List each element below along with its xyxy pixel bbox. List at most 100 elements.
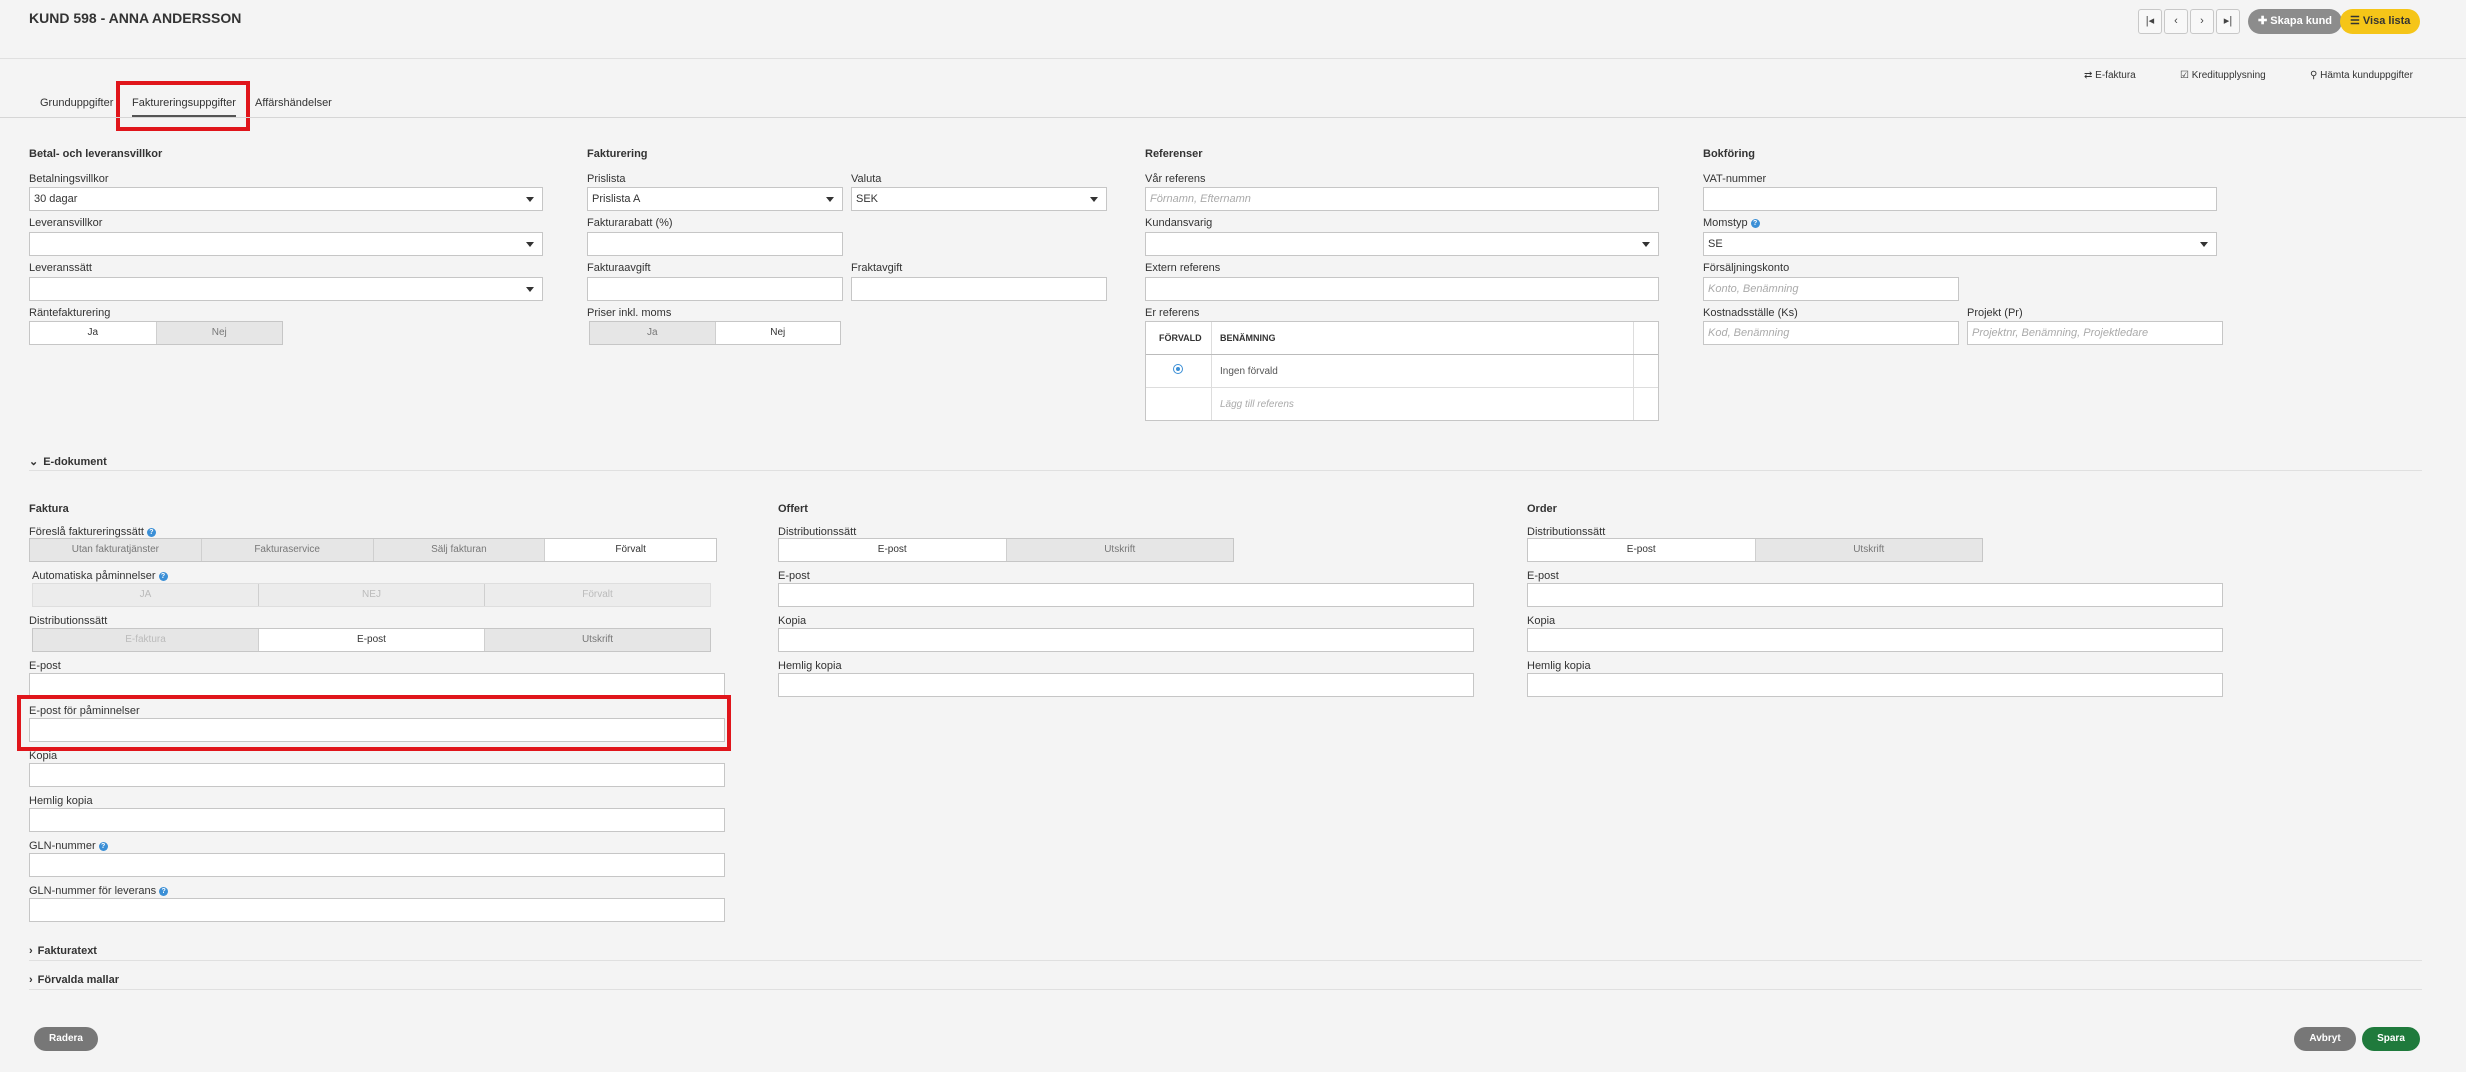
payment-terms-label: Betalningsvillkor: [29, 173, 109, 185]
create-customer-button[interactable]: ✚ Skapa kund: [2248, 9, 2343, 34]
vat-type-label: Momstyp?: [1703, 217, 1760, 229]
order-distribution-label: Distributionssätt: [1527, 526, 1606, 538]
freight-fee-input[interactable]: [851, 277, 1107, 301]
invoice-fee-input[interactable]: [587, 277, 843, 301]
responsible-select[interactable]: [1145, 232, 1659, 256]
ext-ref-label: Extern referens: [1145, 262, 1221, 274]
offert-distribution-label: Distributionssätt: [778, 526, 857, 538]
offert-copy-input[interactable]: [778, 628, 1474, 652]
pricelist-select[interactable]: Prislista A: [587, 187, 843, 211]
offert-email-input[interactable]: [778, 583, 1474, 607]
delivery-terms-select[interactable]: [29, 232, 543, 256]
vat-prices-toggle[interactable]: Ja Nej: [589, 321, 841, 345]
help-icon[interactable]: ?: [158, 572, 168, 581]
distribution-option[interactable]: E-post: [259, 629, 485, 651]
offert-distribution-option[interactable]: Utskrift: [1007, 539, 1234, 561]
suggest-method-label: Föreslå faktureringssätt?: [29, 526, 156, 538]
interest-label: Räntefakturering: [29, 307, 111, 319]
help-icon[interactable]: ?: [159, 887, 169, 896]
suggest-method-toggle[interactable]: Utan fakturatjänster Fakturaservice Sälj…: [29, 538, 717, 562]
distribution-option[interactable]: Utskrift: [485, 629, 710, 651]
delete-button[interactable]: Radera: [34, 1027, 98, 1051]
reminder-option[interactable]: JA: [33, 584, 259, 606]
interest-yes[interactable]: Ja: [30, 322, 157, 344]
payment-terms-select[interactable]: 30 dagar: [29, 187, 543, 211]
add-reference-input[interactable]: Lägg till referens: [1220, 399, 1294, 410]
offert-distribution-option[interactable]: E-post: [779, 539, 1007, 561]
your-ref-label: Er referens: [1145, 307, 1200, 319]
sales-account-input[interactable]: Konto, Benämning: [1703, 277, 1959, 301]
order-heading: Order: [1527, 503, 1557, 515]
col-default-header: FÖRVALD: [1159, 333, 1202, 343]
invoice-text-toggle[interactable]: › Fakturatext: [29, 945, 97, 957]
project-input[interactable]: Projektnr, Benämning, Projektledare: [1967, 321, 2223, 345]
col-name-header: BENÄMNING: [1220, 333, 1276, 343]
order-copy-input[interactable]: [1527, 628, 2223, 652]
vat-prices-no[interactable]: Nej: [715, 322, 840, 344]
reminder-email-input[interactable]: [29, 718, 725, 742]
our-ref-input[interactable]: Förnamn, Efternamn: [1145, 187, 1659, 211]
gln-delivery-label: GLN-nummer för leverans?: [29, 885, 169, 897]
interest-no[interactable]: Nej: [157, 322, 283, 344]
vat-type-select[interactable]: SE: [1703, 232, 2217, 256]
templates-toggle[interactable]: › Förvalda mallar: [29, 974, 119, 986]
first-record-button[interactable]: |◂: [2138, 9, 2162, 34]
offert-distribution-toggle[interactable]: E-post Utskrift: [778, 538, 1234, 562]
delivery-method-select[interactable]: [29, 277, 543, 301]
order-email-input[interactable]: [1527, 583, 2223, 607]
currency-select[interactable]: SEK: [851, 187, 1107, 211]
suggest-option[interactable]: Sälj fakturan: [374, 539, 546, 561]
faktura-bcc-input[interactable]: [29, 808, 725, 832]
suggest-option[interactable]: Utan fakturatjänster: [30, 539, 202, 561]
order-distribution-option[interactable]: E-post: [1528, 539, 1756, 561]
show-list-button[interactable]: ☰ Visa lista: [2340, 9, 2421, 34]
default-radio[interactable]: [1173, 364, 1183, 374]
fetch-customer-link[interactable]: ⚲ Hämta kunduppgifter: [2310, 70, 2413, 81]
vat-number-input[interactable]: [1703, 187, 2217, 211]
einvoice-link[interactable]: ⇄ E-faktura: [2084, 70, 2136, 81]
edoc-toggle[interactable]: ⌄ E-dokument: [29, 455, 107, 468]
reminder-option[interactable]: NEJ: [259, 584, 485, 606]
page-title: KUND 598 - ANNA ANDERSSON: [29, 10, 242, 26]
distribution-toggle[interactable]: E-faktura E-post Utskrift: [32, 628, 711, 652]
offert-heading: Offert: [778, 503, 808, 515]
next-record-button[interactable]: ›: [2190, 9, 2214, 34]
order-distribution-toggle[interactable]: E-post Utskrift: [1527, 538, 1983, 562]
faktura-email-input[interactable]: [29, 673, 725, 697]
ext-ref-input[interactable]: [1145, 277, 1659, 301]
previous-record-button[interactable]: ‹: [2164, 9, 2188, 34]
order-bcc-input[interactable]: [1527, 673, 2223, 697]
reminder-option[interactable]: Förvalt: [485, 584, 710, 606]
help-icon[interactable]: ?: [146, 528, 156, 537]
tab-billing-info[interactable]: Faktureringsuppgifter: [132, 97, 236, 117]
faktura-copy-input[interactable]: [29, 763, 725, 787]
vat-prices-yes[interactable]: Ja: [590, 322, 716, 344]
help-icon[interactable]: ?: [98, 842, 108, 851]
tab-transactions[interactable]: Affärshändelser: [255, 97, 332, 109]
suggest-option[interactable]: Fakturaservice: [202, 539, 374, 561]
cost-center-label: Kostnadsställe (Ks): [1703, 307, 1798, 319]
gln-input[interactable]: [29, 853, 725, 877]
help-icon[interactable]: ?: [1750, 219, 1760, 228]
order-email-label: E-post: [1527, 570, 1559, 582]
offert-email-label: E-post: [778, 570, 810, 582]
discount-input[interactable]: [587, 232, 843, 256]
gln-delivery-input[interactable]: [29, 898, 725, 922]
credit-check-link[interactable]: ☑ Kreditupplysning: [2180, 70, 2266, 81]
auto-reminders-toggle[interactable]: JA NEJ Förvalt: [32, 583, 711, 607]
chevron-down-icon: ⌄: [29, 456, 39, 468]
delivery-terms-label: Leveransvillkor: [29, 217, 103, 229]
section-invoicing: Fakturering: [587, 148, 648, 160]
distribution-option[interactable]: E-faktura: [33, 629, 259, 651]
order-distribution-option[interactable]: Utskrift: [1756, 539, 1983, 561]
last-record-button[interactable]: ▸|: [2216, 9, 2240, 34]
tab-basic-info[interactable]: Grunduppgifter: [40, 97, 113, 109]
save-button[interactable]: Spara: [2362, 1027, 2420, 1051]
interest-toggle[interactable]: Ja Nej: [29, 321, 283, 345]
cancel-button[interactable]: Avbryt: [2294, 1027, 2356, 1051]
offert-bcc-input[interactable]: [778, 673, 1474, 697]
cost-center-input[interactable]: Kod, Benämning: [1703, 321, 1959, 345]
suggest-option[interactable]: Förvalt: [545, 539, 716, 561]
invoice-fee-label: Fakturaavgift: [587, 262, 651, 274]
section-payment-terms: Betal- och leveransvillkor: [29, 148, 163, 160]
